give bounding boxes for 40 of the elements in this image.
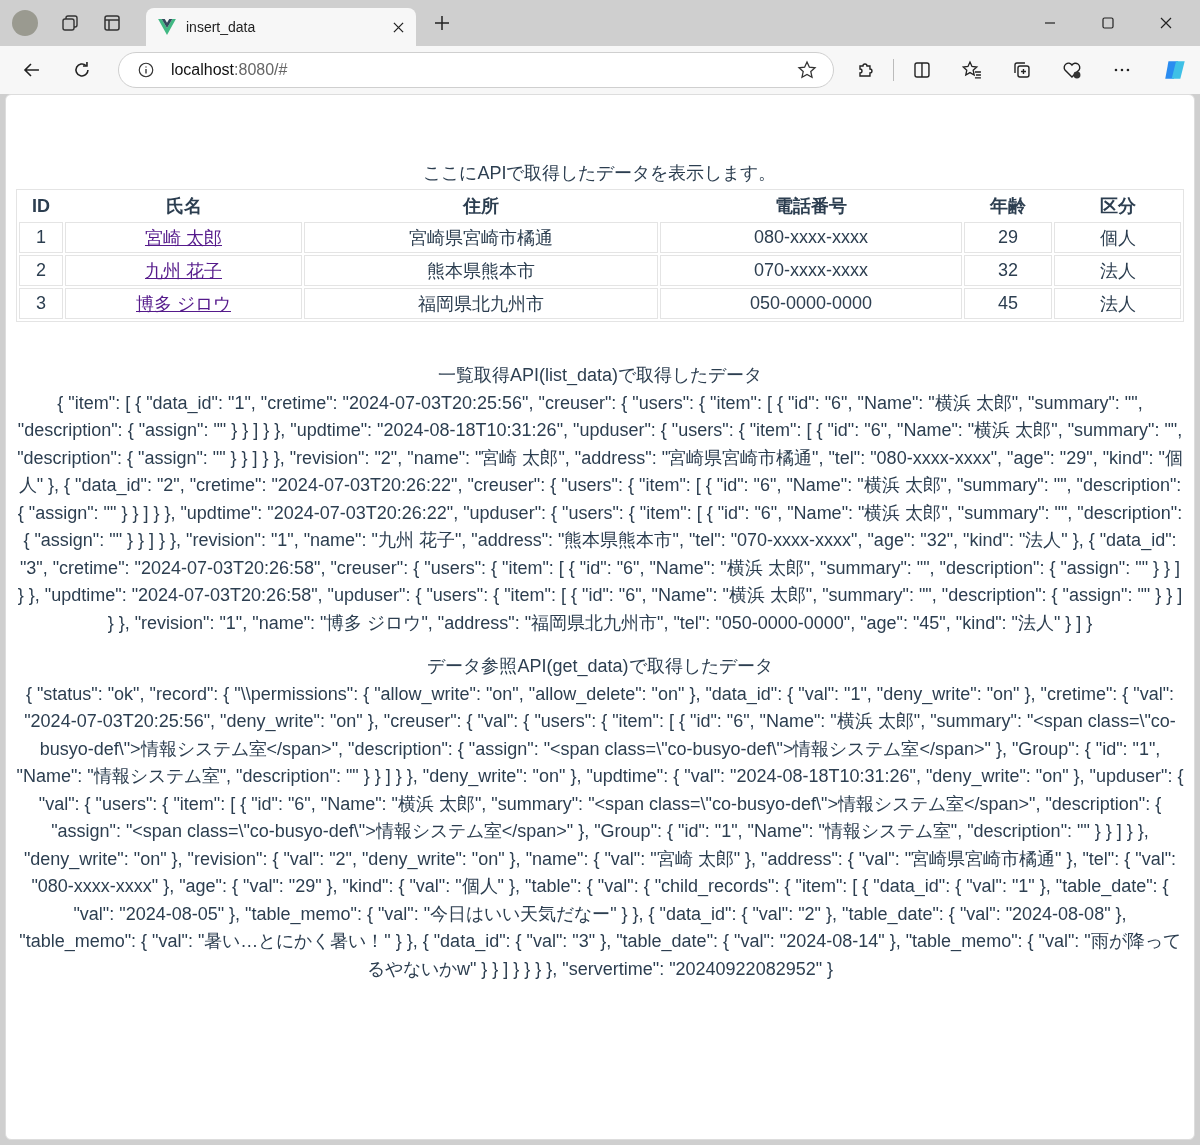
table-cell: 32 (964, 255, 1052, 286)
section-title: 一覧取得API(list_data)で取得したデータ (436, 364, 763, 388)
favorites-icon[interactable] (962, 60, 983, 80)
column-header: 氏名 (164, 195, 203, 218)
star-icon[interactable] (796, 60, 817, 80)
table-cell: 2 (19, 255, 63, 286)
table-cell: 法人 (1054, 255, 1181, 286)
table-cell: 3 (19, 288, 63, 319)
collections-icon[interactable] (1012, 60, 1033, 80)
table-cell: 050-0000-0000 (660, 288, 962, 319)
column-header: 住所 (461, 195, 500, 218)
column-header: 電話番号 (774, 195, 848, 218)
close-tab-icon[interactable] (393, 21, 404, 33)
table-cell: 熊本県熊本市 (304, 255, 658, 286)
table-cell: 法人 (1054, 288, 1181, 319)
table-cell: 45 (964, 288, 1052, 319)
maximize-icon[interactable] (1102, 17, 1114, 29)
info-icon[interactable] (136, 61, 155, 79)
table-cell: 福岡県北九州市 (304, 288, 658, 319)
column-header: 年齢 (989, 195, 1027, 218)
intro-text: ここにAPIで取得したデータを表示します。 (422, 162, 778, 185)
split-screen-icon[interactable] (912, 60, 933, 80)
table-cell: 宮崎県宮崎市橘通 (304, 222, 658, 253)
workspaces-icon[interactable] (60, 13, 80, 33)
column-header: 区分 (1098, 195, 1137, 218)
column-header: ID (31, 194, 51, 218)
browser-tab[interactable]: insert_data (146, 8, 416, 46)
table-cell: 080-xxxx-xxxx (660, 222, 962, 253)
section-title: データ参照API(get_data)で取得したデータ (426, 655, 774, 679)
json-text: { "status": "ok", "record": { "\\permissions": { "allow_write": "on", "allow_delete": "on" }, "data_id": { "val": "1", "deny_write": "on" }, "cretime": { "val": "2024-07-03T20:25:56", "deny_write": "on" }, "creuser": { "val": { "users": { "item": [ { "id": "6", "Name": "横浜 太郎", "summary": "<span class=\"co-busyo-def\">情報システム室</span>", "description": { "assign": "<span class=\"co-busyo-def\">情報システム室</span>" }, "Group": { "id": "1", "Name": "情報システム室", "description": "" } } ] } }, "deny_write": "on" }, "updtime": { "val": "2024-08-18T10:31:26", "deny_write": "on" }, "upduser": { "val": { "users": { "item": [ { "id": "6", "Name": "横浜 太郎", "summary": "<span class=\"co-busyo-def\">情報システム室</span>", "description": { "assign": "<span class=\"co-busyo-def\">情報システム室</span>" }, "Group": { "id": "1", "Name": "情報システム室", "description": "" } } ] } }, "deny_write": "on" }, "revision": { "val": "2", "deny_write": "on" }, "name": { "val": "宮崎 太郎" }, "address": { "val": "宮崎県宮崎市橘通" }, "tel": { "val": "080-xxxx-xxxx" }, "age": { "val": "29" }, "kind": { "val": "個人" }, "table": { "val": { "child_records": { "item": [ { "data_id": { "val": "1" }, "table_date": { "val": "2024-08-05" }, "table_memo": { "val": "今日はいい天気だなー" } }, { "data_id": { "val": "2" }, "table_date": { "val": "2024-08-08" }, "table_memo": { "val": "暑い…とにかく暑い！" } }, { "data_id": { "val": "3" }, "table_date": { "val": "2024-08-14" }, "table_memo": { "val": "雨が降ってるやないかw" } } ] } } } }, "servertime": "20240922082952" } (16, 682, 1184, 981)
tab-actions-icon[interactable] (102, 13, 122, 33)
v-logo-icon (158, 19, 176, 35)
table-cell: 個人 (1054, 222, 1181, 253)
new-tab-icon[interactable] (432, 13, 452, 33)
json-text: { "item": [ { "data_id": "1", "cretime": "2024-07-03T20:25:56", "creuser": { "users": { "item": [ { "id": "6", "Name": "横浜 太郎", "summary": "", "description": { "assign": "" } } ] } }, "updtime": "2024-08-18T10:31:26", "upduser": { "users": { "item": [ { "id": "6", "Name": "横浜 太郎", "summary": "", "description": { "assign": "" } } ] } }, "revision": "2", "name": "宮崎 太郎", "address": "宮崎県宮崎市橘通", "tel": "080-xxxx-xxxx", "age": "29", "kind": "個人" }, { "data_id": "2", "cretime": "2024-07-03T20:26:22", "creuser": { "users": { "item": [ { "id": "6", "Name": "横浜 太郎", "summary": "", "description": { "assign": "" } } ] } }, "updtime": "2024-07-03T20:26:22", "upduser": { "users": { "item": [ { "id": "6", "Name": "横浜 太郎", "summary": "", "description": { "assign": "" } } ] } }, "revision": "1", "name": "九州 花子", "address": "熊本県熊本市", "tel": "070-xxxx-xxxx", "age": "32", "kind": "法人" }, { "data_id": "3", "cretime": "2024-07-03T20:26:58", "creuser": { "users": { "item": [ { "id": "6", "Name": "横浜 太郎", "summary": "", "description": { "assign": "" } } ] } }, "updtime": "2024-07-03T20:26:58", "upduser": { "users": { "item": [ { "id": "6", "Name": "横浜 太郎", "summary": "", "description": { "assign": "" } } ] } }, "revision": "1", "name": "博多 ジロウ", "address": "福岡県北九州市", "tel": "050-0000-0000", "age": "45", "kind": "法人" } ] } (16, 391, 1184, 635)
close-icon[interactable] (1160, 17, 1172, 29)
table-cell: 1 (19, 222, 63, 253)
table-cell: 070-xxxx-xxxx (660, 255, 962, 286)
address-bar[interactable]: localhost:8080/# (117, 52, 834, 88)
table-cell: 29 (964, 222, 1052, 253)
